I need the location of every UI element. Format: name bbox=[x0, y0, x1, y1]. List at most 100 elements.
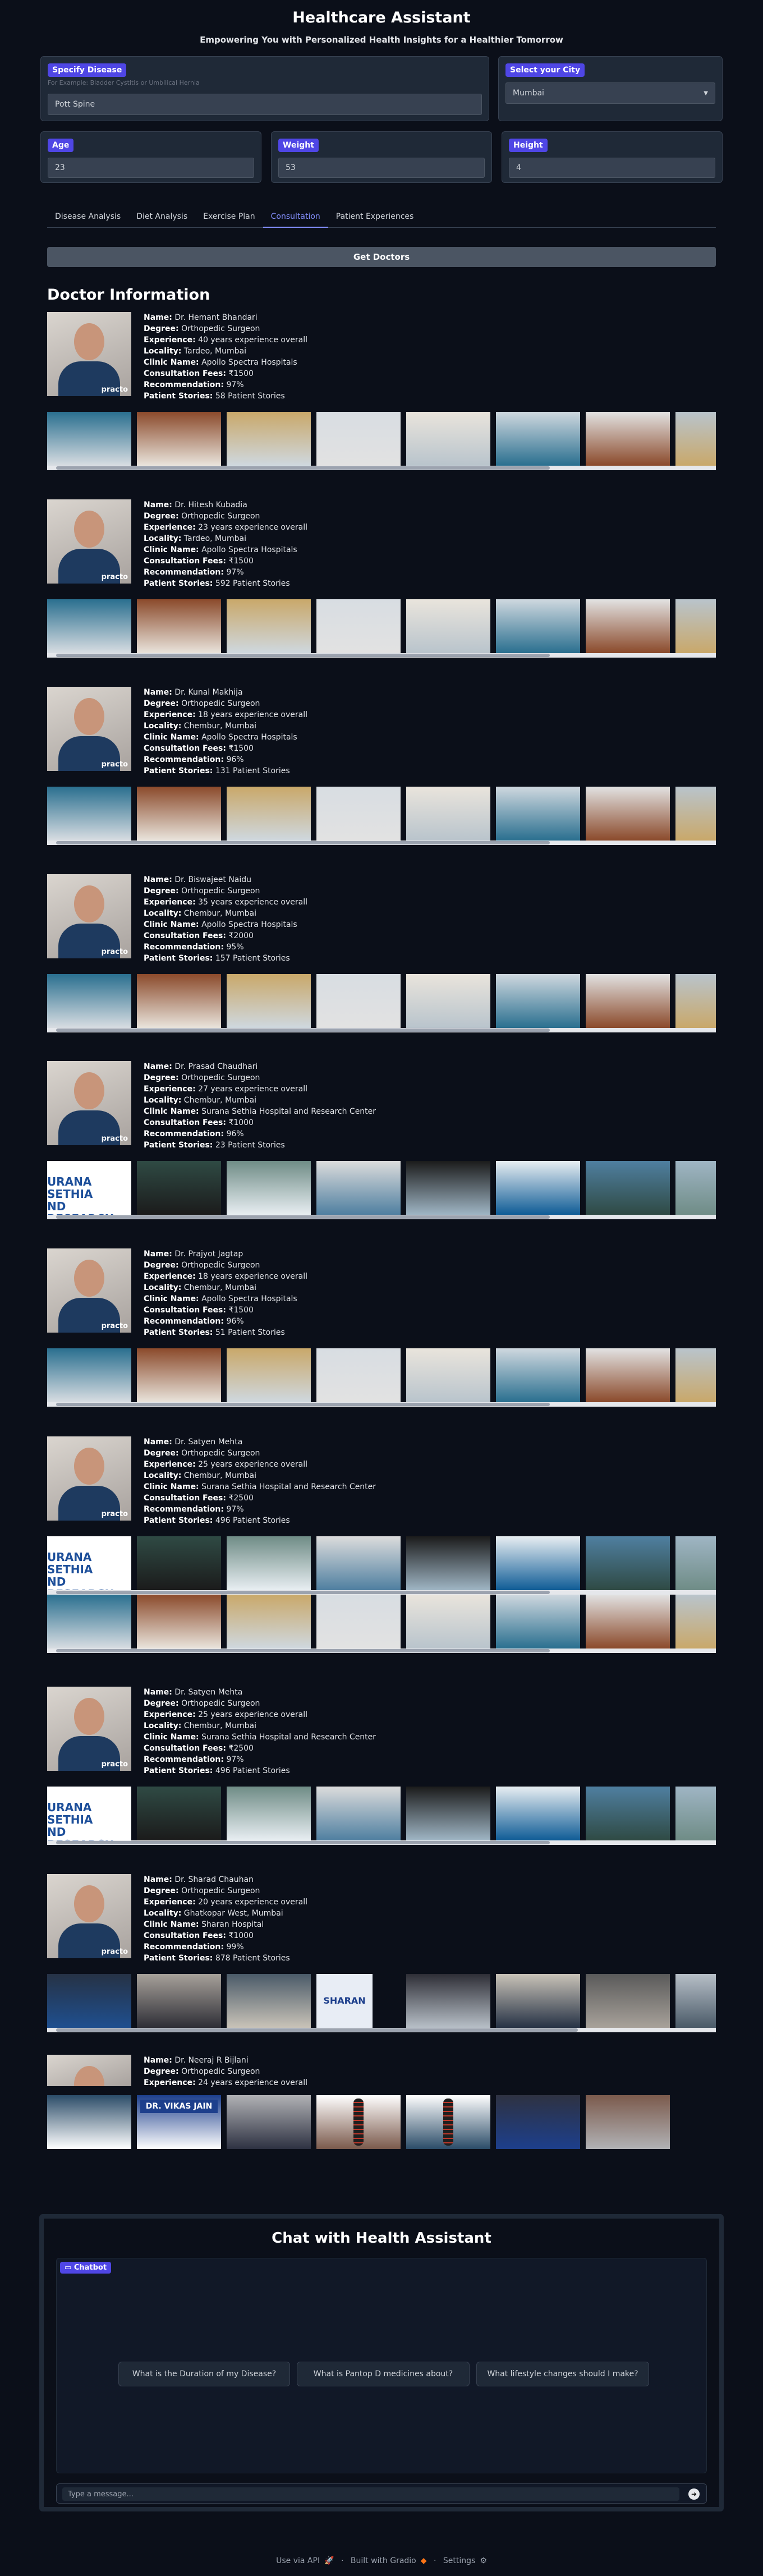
clinic-image-gallery[interactable] bbox=[47, 974, 716, 1032]
gallery-scrollbar-thumb[interactable] bbox=[56, 1649, 550, 1652]
clinic-image[interactable] bbox=[496, 1348, 580, 1402]
clinic-image[interactable] bbox=[137, 412, 221, 466]
clinic-image-gallery[interactable]: SHARAN bbox=[47, 1974, 716, 2032]
clinic-image[interactable] bbox=[227, 787, 311, 841]
clinic-image[interactable] bbox=[586, 1161, 670, 1215]
clinic-image[interactable] bbox=[675, 787, 716, 841]
clinic-image[interactable] bbox=[47, 1348, 131, 1402]
clinic-image[interactable] bbox=[227, 1536, 311, 1590]
clinic-image[interactable] bbox=[316, 787, 401, 841]
gallery-scrollbar[interactable] bbox=[47, 841, 716, 845]
clinic-image[interactable] bbox=[675, 1595, 716, 1649]
clinic-image[interactable]: URANA SETHIAND RESEARCH bbox=[47, 1787, 131, 1845]
arrow-right-icon[interactable]: ➜ bbox=[688, 2488, 700, 2500]
gallery-scrollbar-thumb[interactable] bbox=[56, 841, 550, 844]
gallery-scrollbar[interactable] bbox=[47, 1402, 716, 1407]
age-input[interactable]: 23 bbox=[48, 158, 254, 178]
gallery-scrollbar-thumb[interactable] bbox=[56, 466, 550, 470]
gallery-scrollbar-thumb[interactable] bbox=[56, 1403, 550, 1406]
clinic-image[interactable] bbox=[496, 974, 580, 1028]
clinic-image[interactable] bbox=[47, 599, 131, 653]
clinic-image[interactable] bbox=[406, 1348, 490, 1402]
clinic-image[interactable]: URANA SETHIAND RESEARCH bbox=[47, 1161, 131, 1219]
clinic-image[interactable] bbox=[586, 974, 670, 1028]
clinic-image[interactable] bbox=[137, 974, 221, 1028]
clinic-image[interactable] bbox=[406, 974, 490, 1028]
clinic-image[interactable] bbox=[675, 1536, 716, 1590]
clinic-image[interactable] bbox=[406, 1974, 490, 2028]
gallery-scrollbar[interactable] bbox=[47, 2028, 716, 2032]
suggestion-pantop[interactable]: What is Pantop D medicines about? bbox=[297, 2362, 470, 2386]
built-with-gradio-link[interactable]: Built with Gradio bbox=[351, 2556, 416, 2565]
clinic-image-gallery[interactable]: URANA SETHIAND RESEARCH bbox=[47, 1161, 716, 1219]
clinic-image[interactable] bbox=[496, 599, 580, 653]
clinic-image[interactable] bbox=[316, 974, 401, 1028]
clinic-image-gallery[interactable] bbox=[47, 412, 716, 470]
clinic-image[interactable] bbox=[406, 1161, 490, 1215]
clinic-image[interactable] bbox=[316, 1536, 401, 1590]
clinic-image[interactable] bbox=[227, 1348, 311, 1402]
gallery-scrollbar[interactable] bbox=[47, 1649, 716, 1653]
clinic-image[interactable]: SHARAN bbox=[316, 1974, 373, 2028]
clinic-image[interactable] bbox=[406, 2095, 490, 2149]
tab-consultation[interactable]: Consultation bbox=[263, 208, 328, 228]
clinic-image[interactable] bbox=[406, 599, 490, 653]
clinic-image[interactable] bbox=[137, 599, 221, 653]
clinic-image[interactable] bbox=[675, 974, 716, 1028]
clinic-image[interactable] bbox=[137, 1348, 221, 1402]
clinic-image[interactable] bbox=[406, 787, 490, 841]
clinic-image[interactable] bbox=[47, 787, 131, 841]
suggestion-duration[interactable]: What is the Duration of my Disease? bbox=[118, 2362, 290, 2386]
clinic-image[interactable] bbox=[496, 2095, 580, 2149]
clinic-image[interactable]: URANA SETHIAND RESEARCH bbox=[47, 1536, 131, 1595]
clinic-image[interactable] bbox=[586, 412, 670, 466]
gallery-scrollbar-thumb[interactable] bbox=[56, 654, 550, 657]
clinic-image-gallery[interactable]: URANA SETHIAND RESEARCH bbox=[47, 1536, 716, 1595]
clinic-image[interactable] bbox=[227, 1787, 311, 1840]
clinic-image[interactable] bbox=[675, 1974, 716, 2028]
clinic-image-gallery[interactable] bbox=[47, 599, 716, 658]
gallery-scrollbar-thumb[interactable] bbox=[56, 1215, 550, 1219]
clinic-image[interactable] bbox=[586, 1595, 670, 1649]
use-via-api-link[interactable]: Use via API bbox=[276, 2556, 320, 2565]
disease-input[interactable]: Pott Spine bbox=[48, 94, 482, 115]
clinic-image[interactable] bbox=[496, 787, 580, 841]
weight-input[interactable]: 53 bbox=[278, 158, 485, 178]
clinic-image[interactable] bbox=[496, 1595, 580, 1649]
clinic-image[interactable] bbox=[316, 599, 401, 653]
gallery-scrollbar[interactable] bbox=[47, 1840, 716, 1845]
clinic-image[interactable] bbox=[227, 1974, 311, 2028]
clinic-image[interactable] bbox=[316, 1348, 401, 1402]
gallery-scrollbar-thumb[interactable] bbox=[56, 1591, 550, 1594]
settings-link[interactable]: Settings bbox=[443, 2556, 475, 2565]
city-select[interactable]: Mumbai ▼ bbox=[505, 82, 715, 104]
gallery-scrollbar[interactable] bbox=[47, 1028, 716, 1032]
clinic-image[interactable] bbox=[675, 1348, 716, 1402]
tab-exercise-plan[interactable]: Exercise Plan bbox=[195, 208, 263, 228]
get-doctors-button[interactable]: Get Doctors bbox=[47, 247, 716, 267]
clinic-image[interactable] bbox=[586, 1348, 670, 1402]
clinic-image[interactable] bbox=[137, 1787, 221, 1840]
tab-disease-analysis[interactable]: Disease Analysis bbox=[47, 208, 128, 228]
clinic-image[interactable] bbox=[496, 1787, 580, 1840]
clinic-image[interactable] bbox=[406, 1787, 490, 1840]
gallery-scrollbar-thumb[interactable] bbox=[56, 1028, 550, 1032]
gallery-scrollbar[interactable] bbox=[47, 466, 716, 470]
clinic-image[interactable] bbox=[316, 1595, 401, 1649]
gallery-scrollbar-thumb[interactable] bbox=[56, 2028, 578, 2032]
clinic-image[interactable] bbox=[586, 1536, 670, 1590]
clinic-image[interactable] bbox=[47, 1595, 131, 1649]
clinic-image-gallery[interactable] bbox=[47, 1595, 716, 1653]
clinic-image[interactable] bbox=[316, 1787, 401, 1840]
clinic-image[interactable] bbox=[227, 1595, 311, 1649]
clinic-image[interactable] bbox=[675, 412, 716, 466]
chat-message-input[interactable]: Type a message... bbox=[62, 2487, 679, 2501]
clinic-image[interactable] bbox=[586, 787, 670, 841]
height-input[interactable]: 4 bbox=[509, 158, 715, 178]
clinic-image[interactable] bbox=[316, 1161, 401, 1215]
clinic-image[interactable] bbox=[675, 599, 716, 653]
clinic-image[interactable] bbox=[586, 1787, 670, 1840]
clinic-image[interactable] bbox=[586, 1974, 670, 2028]
clinic-image[interactable] bbox=[227, 412, 311, 466]
clinic-image-gallery[interactable]: URANA SETHIAND RESEARCH bbox=[47, 1787, 716, 1845]
